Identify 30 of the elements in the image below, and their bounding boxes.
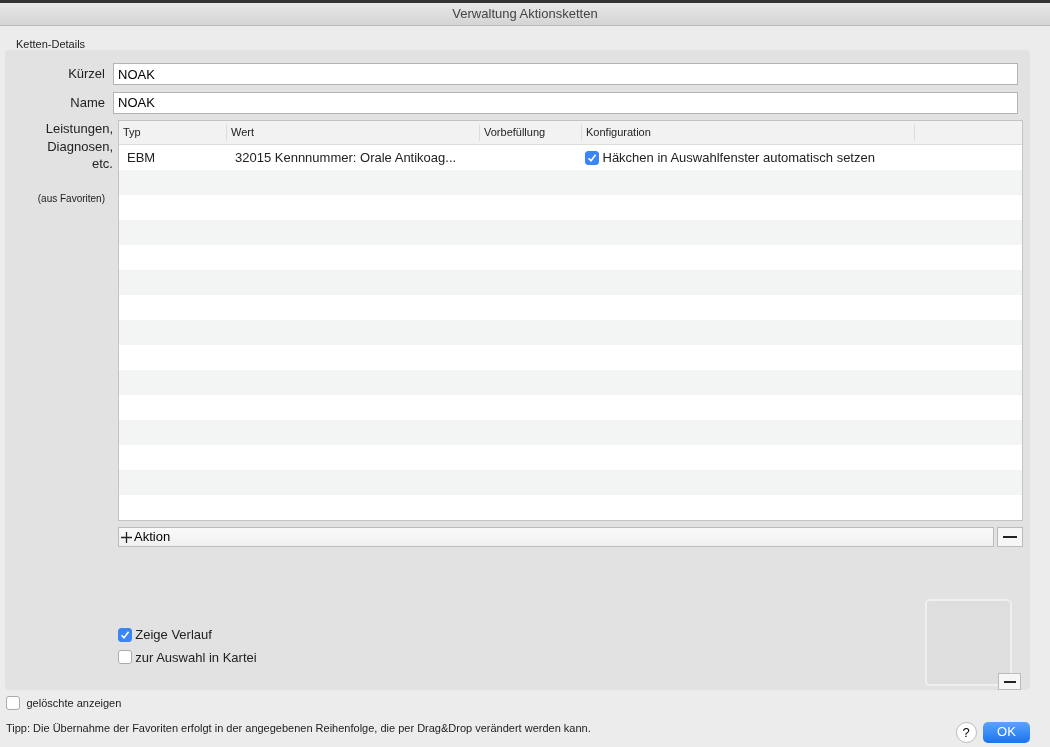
column-header[interactable]: Vorbefüllung [480,124,582,141]
checkbox[interactable] [6,696,20,711]
field-label: Kürzel [67,65,106,84]
checkbox[interactable] [118,650,132,665]
column-header[interactable]: Konfiguration [582,124,915,141]
remove-button[interactable] [997,527,1023,547]
field-label: Name [69,93,106,112]
tip-text: Tipp: Die Übernahme der Favoriten erfolgt in der angegebenen Reihenfolge, die per Drag&Drop verändert werden kann. [6,720,592,736]
checkbox-label: Häkchen in Auswahlfenster automatisch setzen [602,148,875,167]
group-title: Ketten-Details [16,38,86,50]
checkbox[interactable] [585,150,600,165]
minus-icon [1003,680,1016,683]
text-field[interactable]: NOAK [113,63,1018,85]
table-cell-text: 32015 Kennnummer: Orale Antikoag... [234,148,458,167]
table-label: Leistungen, Diagnosen, etc. [44,120,113,173]
table-cell-text: EBM [126,148,157,167]
checkbox[interactable] [118,627,132,642]
table-note: (aus Favoriten) [36,191,105,206]
checkbox-label: gelöschte anzeigen [26,696,122,711]
column-header[interactable]: Wert [227,124,480,141]
add-action-button[interactable]: Aktion [118,527,994,547]
plus-icon [121,531,132,543]
text-field[interactable]: NOAK [113,91,1018,114]
column-header[interactable]: Typ [119,124,227,141]
checkbox-label: zur Auswahl in Kartei [135,648,257,667]
checkbox-label: Zeige Verlauf [135,626,212,644]
window-title: Verwaltung Aktionsketten [0,0,1050,26]
remove-image-button[interactable] [998,673,1021,690]
help-button[interactable]: ? [955,721,977,743]
minus-icon [1003,536,1017,538]
